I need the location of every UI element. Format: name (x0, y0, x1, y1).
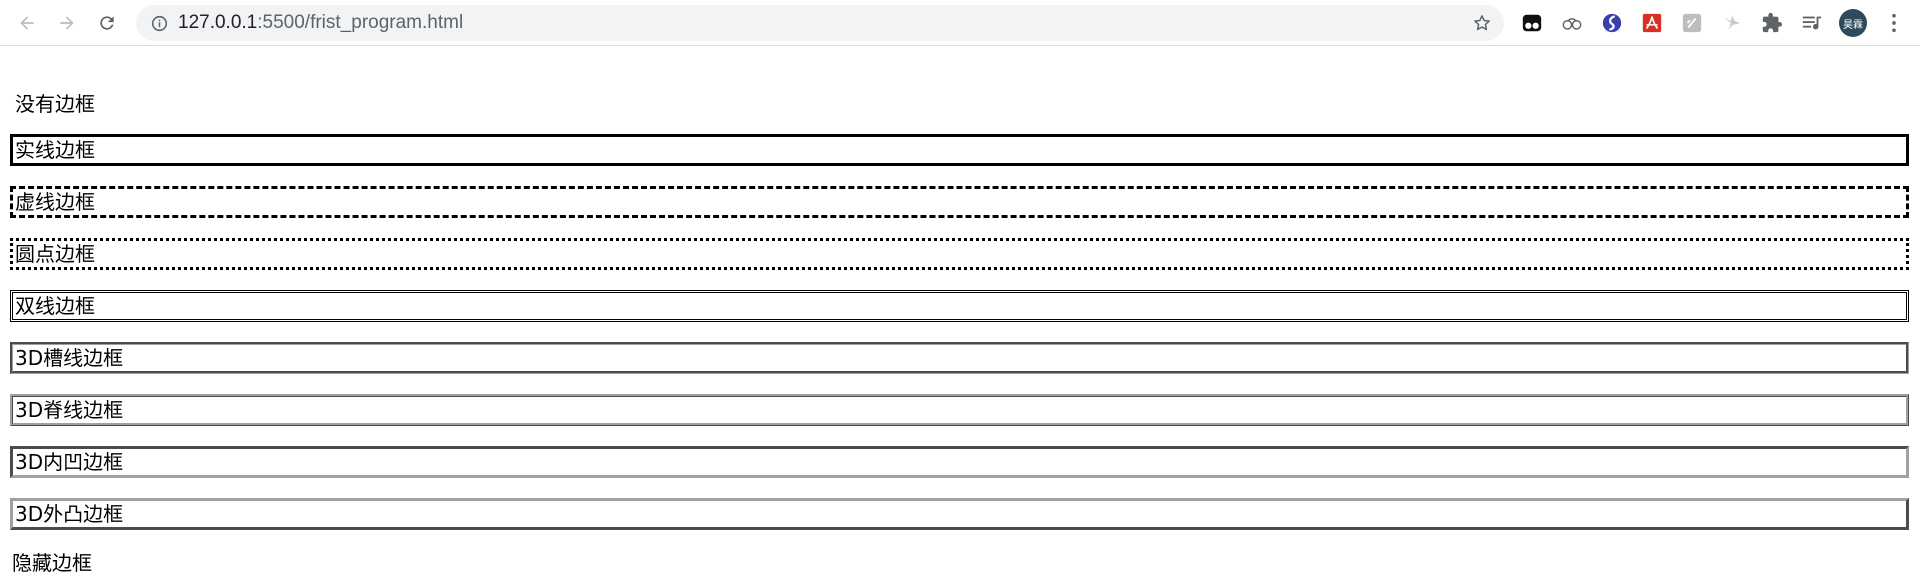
paragraph-double-border: 双线边框 (10, 290, 1909, 322)
three-dots-icon[interactable] (1882, 10, 1906, 36)
media-queue-icon[interactable] (1800, 11, 1824, 35)
paragraph-ridge-border: 3D脊线边框 (10, 394, 1909, 426)
circle-s-icon[interactable] (1600, 11, 1624, 35)
paragraph-outset-border: 3D外凸边框 (10, 498, 1909, 530)
puzzle-icon[interactable] (1760, 11, 1784, 35)
back-arrow-icon (20, 16, 34, 30)
reload-icon (100, 16, 114, 30)
paragraph-inset-border: 3D内凹边框 (10, 446, 1909, 478)
paragraph-groove-border: 3D槽线边框 (10, 342, 1909, 374)
url-path: :5500/frist_program.html (257, 12, 464, 33)
forward-arrow-icon (60, 16, 74, 30)
url-host: 127.0.0.1 (178, 12, 258, 33)
gray-square-icon[interactable] (1680, 11, 1704, 35)
paragraph-dotted-border: 圆点边框 (10, 238, 1909, 270)
paragraph-hidden-border: 隐藏边框 (12, 551, 92, 575)
paragraph-dashed-border: 虚线边框 (10, 186, 1909, 218)
pdf-icon[interactable] (1640, 11, 1664, 35)
star-icon[interactable] (1470, 11, 1494, 35)
tampermonkey-icon[interactable] (1520, 11, 1544, 35)
bird-icon[interactable] (1720, 11, 1744, 35)
forward-button[interactable] (51, 7, 83, 39)
url-text[interactable]: 127.0.0.1:5500/frist_program.html (178, 5, 463, 41)
browser-toolbar: 127.0.0.1:5500/frist_program.html 昊霖 (0, 0, 1920, 46)
page-content: 没有边框 实线边框 虚线边框 圆点边框 双线边框 3D槽线边框 3D脊线边框 3… (0, 46, 1920, 575)
reload-button[interactable] (91, 7, 123, 39)
cloud-sync-icon[interactable] (1560, 11, 1584, 35)
profile-avatar[interactable]: 昊霖 (1839, 9, 1867, 37)
info-icon[interactable] (150, 14, 168, 32)
paragraph-solid-border: 实线边框 (10, 134, 1909, 166)
address-bar[interactable]: 127.0.0.1:5500/frist_program.html (136, 5, 1504, 41)
paragraph-no-border: 没有边框 (15, 92, 95, 116)
back-button[interactable] (11, 7, 43, 39)
